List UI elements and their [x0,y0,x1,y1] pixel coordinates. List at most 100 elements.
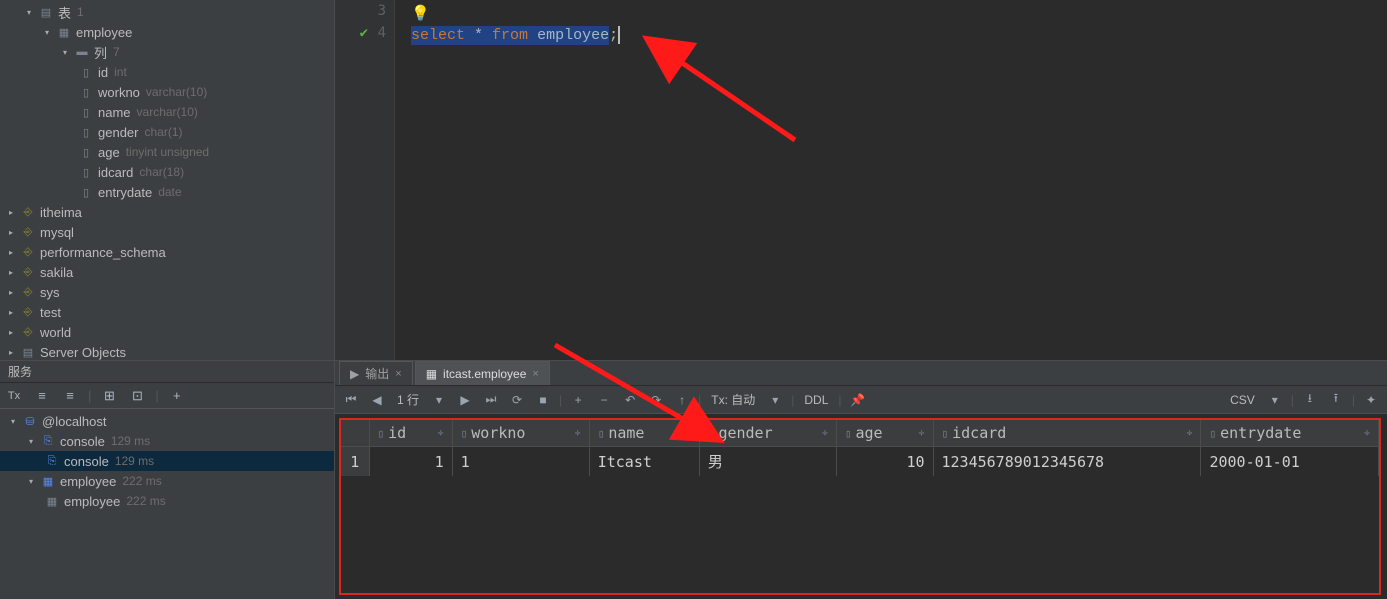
cell[interactable]: 2000-01-01 [1201,447,1379,477]
table-row[interactable]: 1 1 1 Itcast 男 10 123456789012345678 200… [341,447,1379,477]
schema-name: performance_schema [40,245,166,260]
service-node-host[interactable]: ▾ ⛁ @localhost [0,411,334,431]
add-row-icon[interactable]: + [568,390,588,410]
tree-node-schema[interactable]: ▸ ⎆ sys [0,282,334,302]
undo-icon[interactable]: ↶ [620,390,640,410]
tree-node-schema[interactable]: ▸ ⎆ world [0,322,334,342]
column-icon: ▯ [78,165,94,179]
tree-node-schema[interactable]: ▸ ⎆ sakila [0,262,334,282]
export-csv[interactable]: CSV [1226,393,1259,407]
column-header[interactable]: ▯idcard÷ [933,420,1201,447]
service-node-employee-group[interactable]: ▾ ▦ employee 222 ms [0,471,334,491]
tree-node-column[interactable]: ▯ age tinyint unsigned [0,142,334,162]
schema-icon: ⎆ [20,265,36,279]
column-header[interactable]: ▯name÷ [589,420,699,447]
filter-icon[interactable]: ≡ [32,386,52,406]
schema-icon: ⎆ [20,245,36,259]
rownum-header [341,420,369,447]
run-success-icon[interactable]: ✔ [360,25,368,41]
tree-node-schema[interactable]: ▸ ⎆ performance_schema [0,242,334,262]
add-icon[interactable]: + [167,386,187,406]
tree-node-column[interactable]: ▯ name varchar(10) [0,102,334,122]
cell[interactable]: 1 [369,447,452,477]
cell[interactable]: 男 [699,447,836,477]
tree-node-tables[interactable]: ▾ ▤ 表 1 [0,2,334,22]
pane-icon[interactable]: ⊡ [127,386,147,406]
chevron-down-icon: ▾ [42,27,52,37]
grid-icon[interactable]: ⊞ [99,386,119,406]
column-type: int [114,65,127,79]
delete-row-icon[interactable]: − [594,390,614,410]
tree-node-columns[interactable]: ▾ ▬ 列 7 [0,42,334,62]
column-header[interactable]: ▯entrydate÷ [1201,420,1379,447]
cell[interactable]: Itcast [589,447,699,477]
tree-node-employee[interactable]: ▾ ▦ employee [0,22,334,42]
service-node-console-group[interactable]: ▾ ⎘ console 129 ms [0,431,334,451]
row-number: 1 [341,447,369,477]
tree-node-schema[interactable]: ▸ ⎆ test [0,302,334,322]
column-header[interactable]: ▯gender÷ [699,420,836,447]
code-area[interactable]: 💡 select * from employee; [395,0,1387,360]
table-icon: ▦ [44,494,60,508]
tree-node-column[interactable]: ▯ gender char(1) [0,122,334,142]
first-page-icon[interactable]: ⏮ [341,390,361,410]
cell[interactable]: 123456789012345678 [933,447,1201,477]
tree-label: 表 [58,3,71,22]
column-icon: ▯ [378,427,385,440]
tree-node-column[interactable]: ▯ entrydate date [0,182,334,202]
commit-icon[interactable]: ↑ [672,390,692,410]
settings-icon[interactable]: ✦ [1361,390,1381,410]
ddl-button[interactable]: DDL [800,393,832,407]
chevron-right-icon: ▸ [6,247,16,257]
dropdown-icon[interactable]: ▾ [1265,390,1285,410]
refresh-icon[interactable]: ⟳ [507,390,527,410]
column-icon: ▯ [78,85,94,99]
tree-node-schema[interactable]: ▸ ⎆ mysql [0,222,334,242]
column-icon: ▯ [461,427,468,440]
db-icon: ⛁ [22,414,38,428]
chevron-right-icon: ▸ [6,327,16,337]
close-icon[interactable]: × [532,368,538,380]
elapsed-time: 222 ms [122,474,161,488]
column-name: entrydate [98,185,152,200]
server-icon: ▤ [20,345,36,359]
tx-mode[interactable]: Tx: 自动 [707,391,759,408]
lightbulb-icon[interactable]: 💡 [411,4,430,23]
redo-icon[interactable]: ↷ [646,390,666,410]
tree-node-column[interactable]: ▯ id int [0,62,334,82]
tab-dataset[interactable]: ▦ itcast.employee × [415,361,550,385]
tree-node-server-objects[interactable]: ▸ ▤ Server Objects [0,342,334,360]
pin-icon[interactable]: 📌 [848,390,868,410]
tree-node-column[interactable]: ▯ idcard char(18) [0,162,334,182]
column-header[interactable]: ▯id÷ [369,420,452,447]
service-label: employee [64,494,120,509]
table-header-row: ▯id÷ ▯workno÷ ▯name÷ ▯gender÷ ▯age÷ ▯idc… [341,420,1379,447]
tab-output[interactable]: ▶ 输出 × [339,361,413,385]
tree-node-column[interactable]: ▯ workno varchar(10) [0,82,334,102]
last-page-icon[interactable]: ⏭ [481,390,501,410]
cell[interactable]: 1 [452,447,589,477]
service-node-console-item[interactable]: ⎘ console 129 ms [0,451,334,471]
column-name: id [98,65,108,80]
dropdown-icon[interactable]: ▾ [429,390,449,410]
dropdown-icon[interactable]: ▾ [765,390,785,410]
close-icon[interactable]: × [395,368,401,380]
upload-icon[interactable]: ⭱ [1326,390,1346,410]
tx-icon[interactable]: Tx [4,386,24,406]
stop-icon[interactable]: ■ [533,390,553,410]
sql-identifier: employee [537,27,609,44]
service-node-employee-item[interactable]: ▦ employee 222 ms [0,491,334,511]
chevron-down-icon: ▾ [60,47,70,57]
tree-node-schema[interactable]: ▸ ⎆ itheima [0,202,334,222]
prev-page-icon[interactable]: ◀ [367,390,387,410]
cell[interactable]: 10 [836,447,933,477]
filter-icon[interactable]: ≡ [60,386,80,406]
column-name: age [98,145,120,160]
chevron-right-icon: ▸ [6,287,16,297]
next-page-icon[interactable]: ▶ [455,390,475,410]
download-icon[interactable]: ⭳ [1300,390,1320,410]
column-header[interactable]: ▯workno÷ [452,420,589,447]
column-header[interactable]: ▯age÷ [836,420,933,447]
column-name: workno [98,85,140,100]
column-icon: ▯ [78,145,94,159]
